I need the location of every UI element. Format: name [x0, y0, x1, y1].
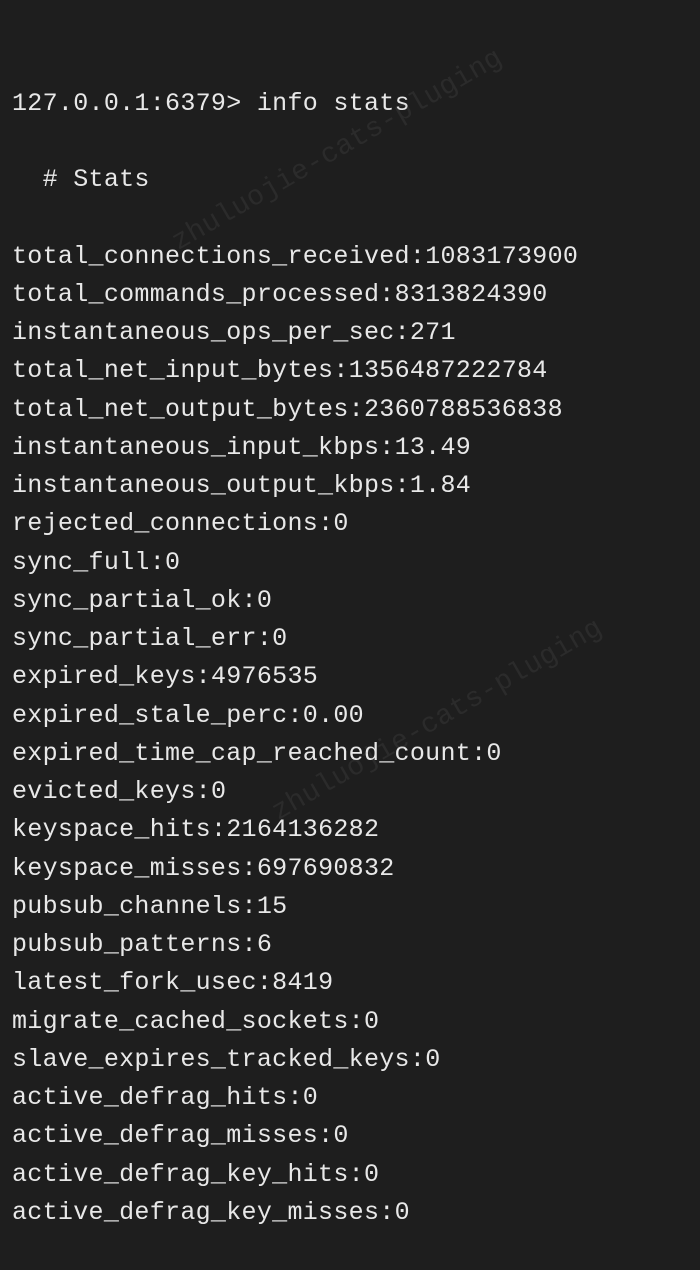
stat-key: sync_partial_err [12, 624, 257, 653]
stat-value: 0 [303, 1083, 318, 1112]
stat-value: 8313824390 [395, 280, 548, 309]
stat-key: active_defrag_misses [12, 1121, 318, 1150]
stat-line: migrate_cached_sockets:0 [12, 1003, 688, 1041]
section-header: # Stats [43, 165, 150, 194]
stat-key: active_defrag_key_hits [12, 1160, 349, 1189]
stat-key: sync_full [12, 548, 150, 577]
stat-value: 4976535 [211, 662, 318, 691]
stat-line: evicted_keys:0 [12, 773, 688, 811]
stat-line: total_net_output_bytes:2360788536838 [12, 391, 688, 429]
stat-value: 1.84 [410, 471, 471, 500]
stat-key: keyspace_hits [12, 815, 211, 844]
stat-key: expired_stale_perc [12, 701, 287, 730]
stat-value: 0 [486, 739, 501, 768]
stat-key: instantaneous_output_kbps [12, 471, 395, 500]
stat-line: keyspace_hits:2164136282 [12, 811, 688, 849]
stats-list: total_connections_received:1083173900tot… [12, 238, 688, 1233]
stat-key: sync_partial_ok [12, 586, 242, 615]
terminal-output: 127.0.0.1:6379> info stats # Stats total… [12, 8, 688, 1270]
stat-value: 0.00 [303, 701, 364, 730]
stat-line: expired_stale_perc:0.00 [12, 697, 688, 735]
stat-key: evicted_keys [12, 777, 196, 806]
stat-value: 0 [333, 509, 348, 538]
stat-key: pubsub_channels [12, 892, 242, 921]
stat-line: sync_full:0 [12, 544, 688, 582]
stat-line: pubsub_channels:15 [12, 888, 688, 926]
stat-key: active_defrag_hits [12, 1083, 287, 1112]
stat-key: total_net_output_bytes [12, 395, 349, 424]
stat-line: active_defrag_misses:0 [12, 1117, 688, 1155]
stat-value: 1356487222784 [349, 356, 548, 385]
stat-key: total_commands_processed [12, 280, 379, 309]
stat-value: 6 [257, 930, 272, 959]
stat-value: 0 [257, 586, 272, 615]
stat-line: total_commands_processed:8313824390 [12, 276, 688, 314]
stat-value: 697690832 [257, 854, 395, 883]
stat-key: expired_time_cap_reached_count [12, 739, 471, 768]
stat-key: active_defrag_key_misses [12, 1198, 379, 1227]
stat-line: total_net_input_bytes:1356487222784 [12, 352, 688, 390]
stat-key: migrate_cached_sockets [12, 1007, 349, 1036]
stat-line: sync_partial_ok:0 [12, 582, 688, 620]
stat-key: total_connections_received [12, 242, 410, 271]
stat-key: expired_keys [12, 662, 196, 691]
stat-line: latest_fork_usec:8419 [12, 964, 688, 1002]
stat-key: instantaneous_ops_per_sec [12, 318, 395, 347]
stat-line: instantaneous_output_kbps:1.84 [12, 467, 688, 505]
stat-key: slave_expires_tracked_keys [12, 1045, 410, 1074]
stat-value: 0 [333, 1121, 348, 1150]
stat-key: total_net_input_bytes [12, 356, 333, 385]
stat-value: 15 [257, 892, 288, 921]
stat-value: 2164136282 [226, 815, 379, 844]
stat-value: 271 [410, 318, 456, 347]
prompt-host: 127.0.0.1:6379> [12, 89, 242, 118]
stat-line: instantaneous_ops_per_sec:271 [12, 314, 688, 352]
stat-line: active_defrag_key_misses:0 [12, 1194, 688, 1232]
stat-line: instantaneous_input_kbps:13.49 [12, 429, 688, 467]
stat-line: keyspace_misses:697690832 [12, 850, 688, 888]
stat-value: 0 [425, 1045, 440, 1074]
stat-key: latest_fork_usec [12, 968, 257, 997]
stat-line: sync_partial_err:0 [12, 620, 688, 658]
prompt-command: info stats [257, 89, 410, 118]
stat-line: rejected_connections:0 [12, 505, 688, 543]
stat-line: total_connections_received:1083173900 [12, 238, 688, 276]
stat-line: expired_keys:4976535 [12, 658, 688, 696]
stat-value: 0 [272, 624, 287, 653]
stat-value: 0 [395, 1198, 410, 1227]
stat-key: pubsub_patterns [12, 930, 242, 959]
stat-line: expired_time_cap_reached_count:0 [12, 735, 688, 773]
stat-value: 1083173900 [425, 242, 578, 271]
stat-line: active_defrag_hits:0 [12, 1079, 688, 1117]
stat-value: 0 [211, 777, 226, 806]
stat-line: active_defrag_key_hits:0 [12, 1156, 688, 1194]
stat-value: 0 [364, 1160, 379, 1189]
prompt-line: 127.0.0.1:6379> info stats [12, 85, 688, 123]
stat-line: slave_expires_tracked_keys:0 [12, 1041, 688, 1079]
stat-value: 0 [165, 548, 180, 577]
stat-line: pubsub_patterns:6 [12, 926, 688, 964]
stat-value: 2360788536838 [364, 395, 563, 424]
stat-key: instantaneous_input_kbps [12, 433, 379, 462]
stat-key: keyspace_misses [12, 854, 242, 883]
stat-key: rejected_connections [12, 509, 318, 538]
stat-value: 0 [364, 1007, 379, 1036]
stat-value: 8419 [272, 968, 333, 997]
stat-value: 13.49 [395, 433, 472, 462]
